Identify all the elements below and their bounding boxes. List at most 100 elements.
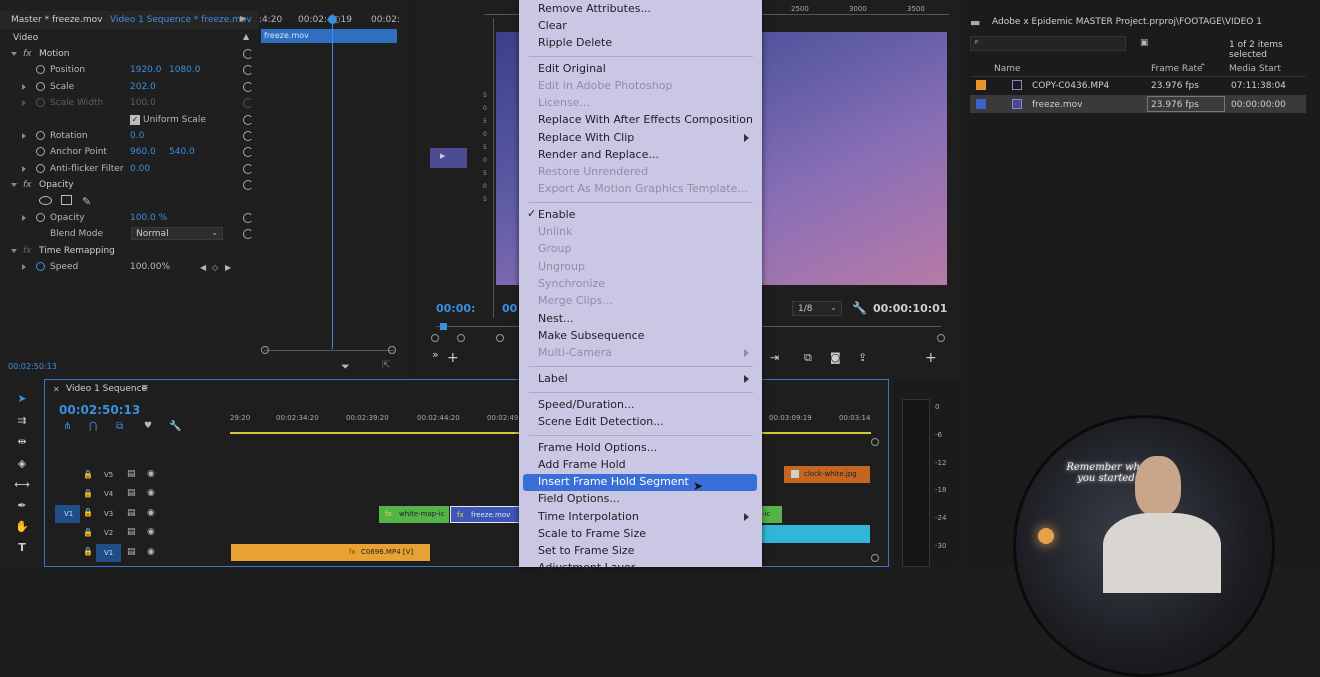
magnet-icon[interactable]: ⋂ bbox=[89, 421, 97, 432]
sequence-tab[interactable]: Video 1 Sequence bbox=[66, 384, 147, 394]
add-keyframe-icon[interactable]: ◇ bbox=[212, 263, 218, 272]
expand-antiflicker-icon[interactable] bbox=[22, 166, 26, 172]
sync-lock-icon[interactable]: ▤ bbox=[127, 527, 136, 537]
antiflicker-value[interactable]: 0.00 bbox=[130, 164, 150, 174]
timeline-clip-white-map-right[interactable]: -ic bbox=[762, 506, 782, 523]
timeline-timecode[interactable]: 00:02:50:13 bbox=[59, 403, 140, 417]
reset-rotation-icon[interactable] bbox=[243, 131, 253, 141]
reset-scale-icon[interactable] bbox=[243, 82, 253, 92]
menu-item-make-subsequence[interactable]: Make Subsequence bbox=[538, 328, 644, 344]
stopwatch-icon[interactable] bbox=[36, 131, 45, 140]
menu-item-set-to-frame[interactable]: Set to Frame Size bbox=[538, 543, 634, 559]
scale-value[interactable]: 202.0 bbox=[130, 82, 156, 92]
scroll-handle-icon[interactable] bbox=[388, 346, 396, 354]
stopwatch-icon[interactable] bbox=[36, 164, 45, 173]
menu-item-nest[interactable]: Nest... bbox=[538, 311, 574, 327]
menu-item-edit-original[interactable]: Edit Original bbox=[538, 61, 606, 77]
source-thumbnail[interactable]: ▶ bbox=[430, 148, 467, 168]
wrench-icon[interactable]: 🔧 bbox=[169, 421, 181, 432]
menu-item-scale-to-frame[interactable]: Scale to Frame Size bbox=[538, 526, 646, 542]
ec-playhead-handle[interactable] bbox=[328, 15, 337, 24]
expand-time-remap-icon[interactable] bbox=[11, 249, 17, 253]
opacity-value[interactable]: 100.0 % bbox=[130, 213, 167, 223]
menu-item-speed-duration[interactable]: Speed/Duration... bbox=[538, 397, 634, 413]
pen-mask-icon[interactable]: ✎ bbox=[82, 195, 91, 208]
menu-item-frame-hold-options[interactable]: Frame Hold Options... bbox=[538, 440, 657, 456]
menu-item-replace-with-clip[interactable]: Replace With Clip bbox=[538, 130, 634, 146]
position-y-value[interactable]: 1080.0 bbox=[169, 65, 201, 75]
camera-icon[interactable]: ◙ bbox=[830, 351, 841, 364]
reset-position-icon[interactable] bbox=[243, 65, 253, 75]
extract-icon[interactable]: ⇥ bbox=[770, 351, 779, 364]
expand-opacity-value-icon[interactable] bbox=[22, 215, 26, 221]
ec-timecode[interactable]: 00:02:50:13 bbox=[8, 362, 57, 371]
next-keyframe-icon[interactable]: ▶ bbox=[225, 263, 231, 272]
new-bin-icon[interactable]: ▣ bbox=[1140, 38, 1149, 48]
hamburger-menu-icon[interactable]: ≡ bbox=[141, 383, 149, 393]
eye-icon[interactable]: ◉ bbox=[147, 508, 155, 518]
menu-item-field-options[interactable]: Field Options... bbox=[538, 491, 620, 507]
menu-item-render-replace[interactable]: Render and Replace... bbox=[538, 147, 659, 163]
menu-item-add-frame-hold[interactable]: Add Frame Hold bbox=[538, 457, 626, 473]
ellipse-mask-icon[interactable] bbox=[39, 196, 52, 205]
reset-anchor-icon[interactable] bbox=[243, 147, 253, 157]
sequence-clip-tab[interactable]: Video 1 Sequence * freeze.mov bbox=[110, 15, 252, 25]
linked-selection-icon[interactable]: ⧉ bbox=[116, 421, 123, 432]
timeline-clip-cyan[interactable] bbox=[762, 525, 870, 543]
ec-playhead[interactable] bbox=[332, 14, 333, 349]
ripple-edit-tool-icon[interactable]: ⇹ bbox=[14, 435, 30, 449]
type-tool-icon[interactable]: T bbox=[14, 541, 30, 555]
lock-icon[interactable]: 🔒 bbox=[83, 547, 93, 556]
scroll-handle-icon[interactable] bbox=[871, 554, 879, 562]
share-icon[interactable]: ⇪ bbox=[858, 351, 867, 364]
program-timecode-right[interactable]: 00:00:10:01 bbox=[873, 302, 947, 315]
menu-item-clear[interactable]: Clear bbox=[538, 18, 567, 34]
sync-lock-icon[interactable]: ▤ bbox=[127, 488, 136, 498]
lock-icon[interactable]: 🔒 bbox=[83, 489, 93, 498]
project-row[interactable]: COPY-C0436.MP4 23.976 fps 07:11:38:04 bbox=[970, 77, 1306, 95]
project-row-selected[interactable]: freeze.mov 23.976 fps 00:00:00:00 bbox=[970, 95, 1306, 113]
motion-row[interactable]: fx Motion bbox=[0, 46, 258, 62]
menu-item-enable[interactable]: Enable bbox=[538, 207, 575, 223]
opacity-section-row[interactable]: fx Opacity bbox=[0, 177, 258, 193]
wrench-icon[interactable]: 🔧 bbox=[852, 301, 867, 315]
track-select-tool-icon[interactable]: ⇉ bbox=[14, 414, 30, 428]
monitor-playhead-marker[interactable] bbox=[440, 323, 447, 330]
project-search-input[interactable]: ⌕ bbox=[970, 36, 1126, 51]
menu-item-insert-frame-hold-segment[interactable]: Insert Frame Hold Segment bbox=[538, 474, 689, 490]
sync-lock-icon[interactable]: ▤ bbox=[127, 469, 136, 479]
label-color-swatch[interactable] bbox=[976, 99, 986, 109]
speed-value[interactable]: 100.00% bbox=[130, 262, 170, 272]
rotation-value[interactable]: 0.0 bbox=[130, 131, 144, 141]
add-button-icon[interactable]: + bbox=[925, 350, 937, 366]
play-icon[interactable]: ▶ bbox=[240, 14, 246, 23]
uniform-scale-checkbox[interactable]: ✓ bbox=[130, 115, 140, 125]
col-framerate[interactable]: Frame Rate bbox=[1151, 64, 1203, 74]
stopwatch-icon[interactable] bbox=[36, 147, 45, 156]
resolution-select[interactable]: 1/8 ⌄ bbox=[792, 301, 842, 316]
fx-icon[interactable]: fx bbox=[23, 49, 32, 59]
blend-mode-select[interactable]: Normal ⌄ bbox=[131, 227, 223, 240]
scroll-handle-icon[interactable] bbox=[431, 334, 439, 342]
marker-icon[interactable]: ♥ bbox=[144, 421, 152, 431]
slip-tool-icon[interactable]: ⟷ bbox=[14, 478, 30, 492]
menu-item-adjustment-layer[interactable]: Adjustment Layer bbox=[538, 560, 635, 576]
expand-speed-icon[interactable] bbox=[22, 264, 26, 270]
timeline-clip-c0696[interactable]: fx C0696.MP4 [V] bbox=[231, 544, 430, 561]
lock-icon[interactable]: 🔒 bbox=[83, 508, 93, 517]
eye-icon[interactable]: ◉ bbox=[147, 527, 155, 537]
fx-icon[interactable]: fx bbox=[23, 180, 32, 190]
eye-icon[interactable]: ◉ bbox=[147, 469, 155, 479]
scroll-handle-icon[interactable] bbox=[261, 346, 269, 354]
time-remap-row[interactable]: fx Time Remapping bbox=[0, 243, 258, 259]
reset-motion-icon[interactable] bbox=[243, 49, 253, 59]
export-icon[interactable]: ⇱ bbox=[382, 360, 390, 371]
expand-motion-icon[interactable] bbox=[11, 52, 17, 56]
sort-asc-icon[interactable]: ⌃ bbox=[1199, 63, 1207, 73]
col-mediastart[interactable]: Media Start bbox=[1229, 64, 1281, 74]
menu-item-label[interactable]: Label bbox=[538, 371, 568, 387]
compare-icon[interactable]: ⧉ bbox=[804, 351, 812, 365]
expand-controls-icon[interactable]: » bbox=[432, 348, 439, 361]
stopwatch-icon[interactable] bbox=[36, 262, 45, 271]
stopwatch-icon[interactable] bbox=[36, 65, 45, 74]
